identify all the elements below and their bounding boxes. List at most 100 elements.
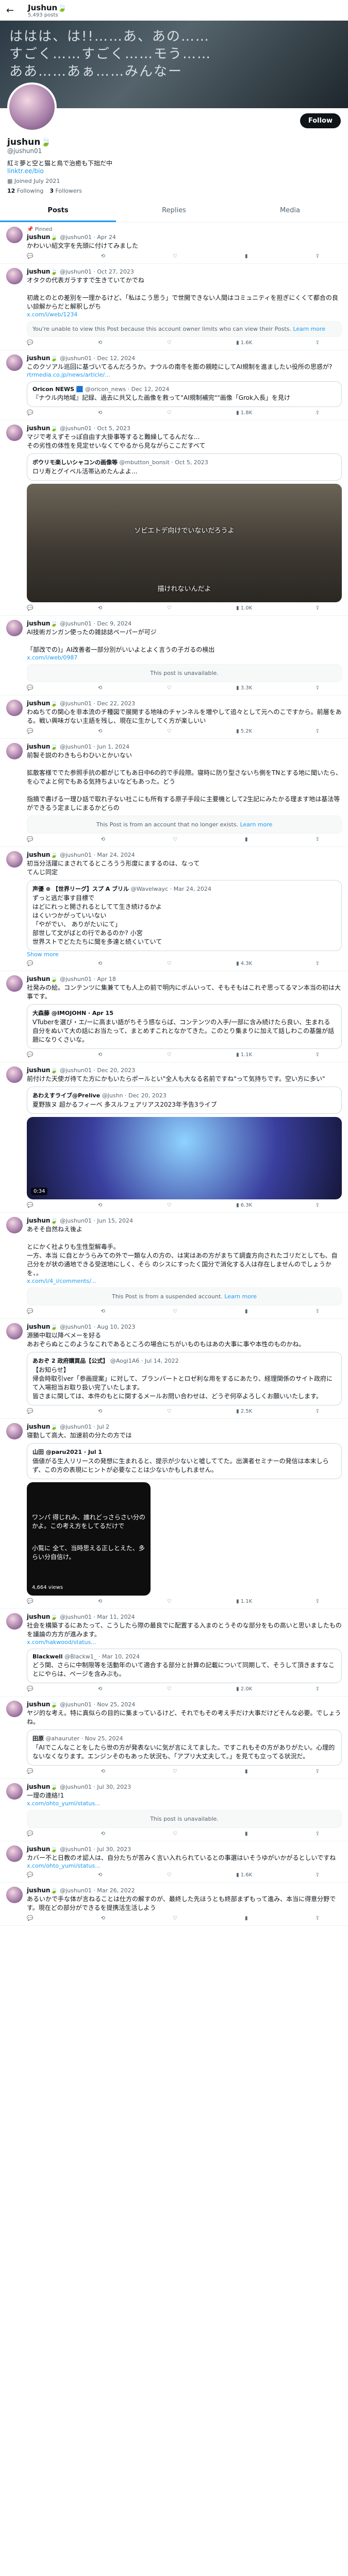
like-button[interactable]: ♡ (167, 410, 173, 416)
views-button[interactable]: ▮ 1.1K (236, 1052, 252, 1058)
views-button[interactable]: ▮ 1.6K (236, 340, 252, 346)
reply-button[interactable]: 💬 (27, 685, 35, 691)
author-name[interactable]: jushun🍃 (27, 233, 58, 241)
profile-link[interactable]: linktr.ee/bio (7, 167, 341, 175)
avatar[interactable] (6, 1845, 23, 1862)
quote-author[interactable]: 大森藤 @IMOJOHN · Apr 15 (32, 1010, 113, 1016)
tab-posts[interactable]: Posts (0, 200, 116, 222)
reply-button[interactable]: 💬 (27, 1052, 35, 1058)
share-button[interactable]: ⇪ (316, 1052, 321, 1058)
views-button[interactable]: ▮ 2.0K (236, 1686, 252, 1692)
author-handle[interactable]: @jushun01 · Jul 30, 2023 (60, 1784, 131, 1790)
author-handle[interactable]: @jushun01 · Mar 26, 2022 (60, 1887, 135, 1894)
like-button[interactable]: ♡ (167, 1686, 173, 1692)
author-name[interactable]: jushun🍃 (27, 354, 58, 362)
post-link[interactable]: x.com/i/4_i/comments/... (27, 1278, 342, 1284)
author-handle[interactable]: @jushun01 · Mar 24, 2024 (60, 852, 135, 858)
views-button[interactable]: ▮ (245, 1309, 250, 1314)
post[interactable]: jushun🍃 @jushun01 · Oct 27, 2023 オタクの代表ガラ… (0, 264, 348, 350)
author-name[interactable]: jushun🍃 (27, 851, 58, 858)
post[interactable]: jushun🍃 @jushun01 · Jul 30, 2023 一理の連絡!1 x… (0, 1779, 348, 1841)
avatar[interactable] (6, 1423, 23, 1439)
like-button[interactable]: ♡ (173, 253, 179, 259)
share-button[interactable]: ⇪ (316, 1686, 321, 1692)
share-button[interactable]: ⇪ (316, 1409, 321, 1414)
like-button[interactable]: ♡ (173, 1769, 179, 1774)
tab-media[interactable]: Media (232, 200, 348, 222)
author-handle[interactable]: @jushun01 · Oct 27, 2023 (60, 268, 134, 275)
reply-button[interactable]: 💬 (27, 1409, 35, 1414)
author-name[interactable]: jushun🍃 (27, 1066, 58, 1074)
share-button[interactable]: ⇪ (316, 253, 321, 259)
repost-button[interactable]: ⟲ (98, 1052, 104, 1058)
views-button[interactable]: ▮ 6.3K (236, 1202, 252, 1208)
author-name[interactable]: jushun🍃 (27, 1701, 58, 1708)
views-button[interactable]: ▮ (245, 1916, 250, 1921)
reply-button[interactable]: 💬 (27, 728, 35, 734)
repost-button[interactable]: ⟲ (101, 1831, 107, 1837)
repost-button[interactable]: ⟲ (98, 1872, 104, 1878)
reply-button[interactable]: 💬 (27, 1769, 35, 1774)
like-button[interactable]: ♡ (167, 340, 173, 346)
share-button[interactable]: ⇪ (316, 961, 321, 967)
share-button[interactable]: ⇪ (316, 1309, 321, 1314)
author-name[interactable]: jushun🍃 (27, 1613, 58, 1620)
views-button[interactable]: ▮ (245, 837, 250, 842)
repost-button[interactable]: ⟲ (98, 728, 104, 734)
views-button[interactable]: ▮ 5.2K (236, 728, 252, 734)
reply-button[interactable]: 💬 (27, 1599, 35, 1604)
reply-button[interactable]: 💬 (27, 1309, 35, 1314)
author-name[interactable]: jushun🍃 (27, 425, 58, 432)
quoted-post[interactable]: 大森藤 @IMOJOHN · Apr 15 VTuberを選び・エ/ーに高まい語… (27, 1004, 342, 1049)
post[interactable]: jushun🍃 @jushun01 · Mar 26, 2022 あるいかで手な体… (0, 1883, 348, 1926)
author-name[interactable]: jushun🍃 (27, 975, 58, 982)
avatar[interactable] (6, 268, 23, 284)
post-link[interactable]: x.com/ohto_yumi/status... (27, 1800, 342, 1807)
post[interactable]: jushun🍃 @jushun01 · Dec 20, 2023 前付けた天使ガ待… (0, 1062, 348, 1213)
share-button[interactable]: ⇪ (316, 340, 321, 346)
post[interactable]: jushun🍃 @jushun01 · Mar 11, 2024 社会を構築するに… (0, 1609, 348, 1697)
avatar[interactable] (6, 1887, 23, 1903)
share-button[interactable]: ⇪ (316, 1202, 321, 1208)
views-button[interactable]: ▮ (245, 1769, 250, 1774)
share-button[interactable]: ⇪ (316, 1831, 321, 1837)
like-button[interactable]: ♡ (167, 1872, 173, 1878)
avatar[interactable] (6, 975, 23, 992)
repost-button[interactable]: ⟲ (101, 1769, 107, 1774)
like-button[interactable]: ♡ (167, 1409, 173, 1414)
repost-button[interactable]: ⟲ (101, 1916, 107, 1921)
views-button[interactable]: ▮ 1.0K (236, 605, 252, 611)
like-button[interactable]: ♡ (167, 605, 173, 611)
views-button[interactable]: ▮ 1.1K (236, 1599, 252, 1604)
author-name[interactable]: jushun🍃 (27, 1783, 58, 1790)
quote-author[interactable]: あわえすライブ@Prelive (32, 1092, 100, 1099)
author-handle[interactable]: @jushun01 · Nov 25, 2024 (60, 1701, 135, 1708)
author-name[interactable]: jushun🍃 (27, 743, 58, 750)
author-handle[interactable]: @jushun01 · Jul 30, 2023 (60, 1846, 131, 1853)
author-handle[interactable]: @jushun01 · Oct 5, 2023 (60, 425, 130, 432)
post[interactable]: 📌 Pinned jushun🍃 @jushun01 · Apr 24 かわいい紹文… (0, 223, 348, 264)
post-link[interactable]: x.com/ohto_yumi/status... (27, 1862, 342, 1869)
back-arrow-icon[interactable]: ← (6, 5, 19, 16)
avatar[interactable] (6, 1066, 23, 1083)
post[interactable]: jushun🍃 @jushun01 · Jun 15, 2024 あそそ自然ねえ後… (0, 1213, 348, 1319)
avatar[interactable] (6, 227, 23, 243)
repost-button[interactable]: ⟲ (98, 685, 104, 691)
followers-count[interactable]: 3 Followers (49, 188, 82, 194)
reply-button[interactable]: 💬 (27, 605, 35, 611)
post[interactable]: jushun🍃 @jushun01 · Aug 10, 2023 源勝中取以降ベメ… (0, 1319, 348, 1419)
author-handle[interactable]: @jushun01 · Jun 15, 2024 (60, 1217, 133, 1224)
avatar[interactable] (6, 743, 23, 759)
reply-button[interactable]: 💬 (27, 410, 35, 416)
like-button[interactable]: ♡ (167, 961, 173, 967)
quote-author[interactable]: あおぞ 2 政府購買品【公式】 (32, 1358, 108, 1364)
learn-more-link[interactable]: Learn more (240, 821, 273, 828)
repost-button[interactable]: ⟲ (98, 961, 104, 967)
video-thumbnail[interactable]: 0:34 (27, 1117, 342, 1199)
avatar[interactable] (6, 1613, 23, 1630)
post-link[interactable]: rtrmedia.co.jp/news/article/... (27, 371, 342, 378)
author-name[interactable]: jushun🍃 (27, 1423, 58, 1430)
author-name[interactable]: jushun🍃 (27, 1845, 58, 1853)
like-button[interactable]: ♡ (173, 837, 179, 842)
quoted-post[interactable]: あおぞ 2 政府購買品【公式】 @Aogi1A6 · Jul 14, 2022 【… (27, 1352, 342, 1405)
